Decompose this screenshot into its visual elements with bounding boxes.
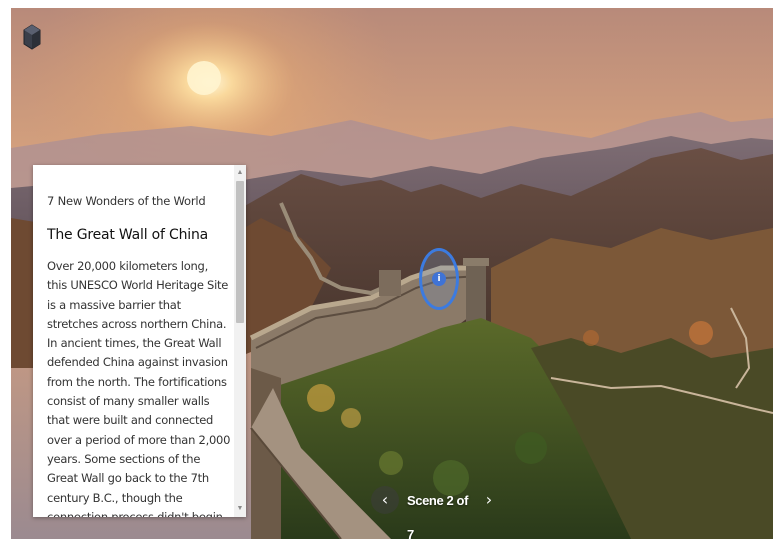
scene-counter: Scene 2 of 7 bbox=[407, 493, 469, 539]
scrollbar-thumb[interactable] bbox=[236, 181, 244, 323]
chevron-left-icon[interactable]: ‹ bbox=[371, 486, 399, 514]
scene-title: The Great Wall of China bbox=[47, 227, 209, 243]
collection-title: 7 New Wonders of the World bbox=[47, 194, 206, 208]
panorama-viewer[interactable]: 7 New Wonders of the World The Great Wal… bbox=[11, 8, 773, 539]
info-card-scrollbar[interactable]: ▲ ▼ bbox=[234, 165, 246, 517]
scene-navigation: ‹ Scene 2 of 7 › bbox=[371, 484, 503, 539]
chevron-up-icon[interactable]: ▲ bbox=[234, 167, 246, 179]
info-card-content: 7 New Wonders of the World The Great Wal… bbox=[47, 165, 231, 517]
cube-logo-icon[interactable] bbox=[23, 24, 41, 50]
chevron-right-icon[interactable]: › bbox=[475, 486, 503, 514]
scene-description: Over 20,000 kilometers long, this UNESCO… bbox=[47, 259, 231, 517]
info-hotspot[interactable]: i bbox=[419, 248, 459, 310]
scene-info-card: 7 New Wonders of the World The Great Wal… bbox=[33, 165, 246, 517]
chevron-down-icon[interactable]: ▼ bbox=[234, 503, 246, 515]
info-hotspot-icon: i bbox=[432, 272, 446, 286]
